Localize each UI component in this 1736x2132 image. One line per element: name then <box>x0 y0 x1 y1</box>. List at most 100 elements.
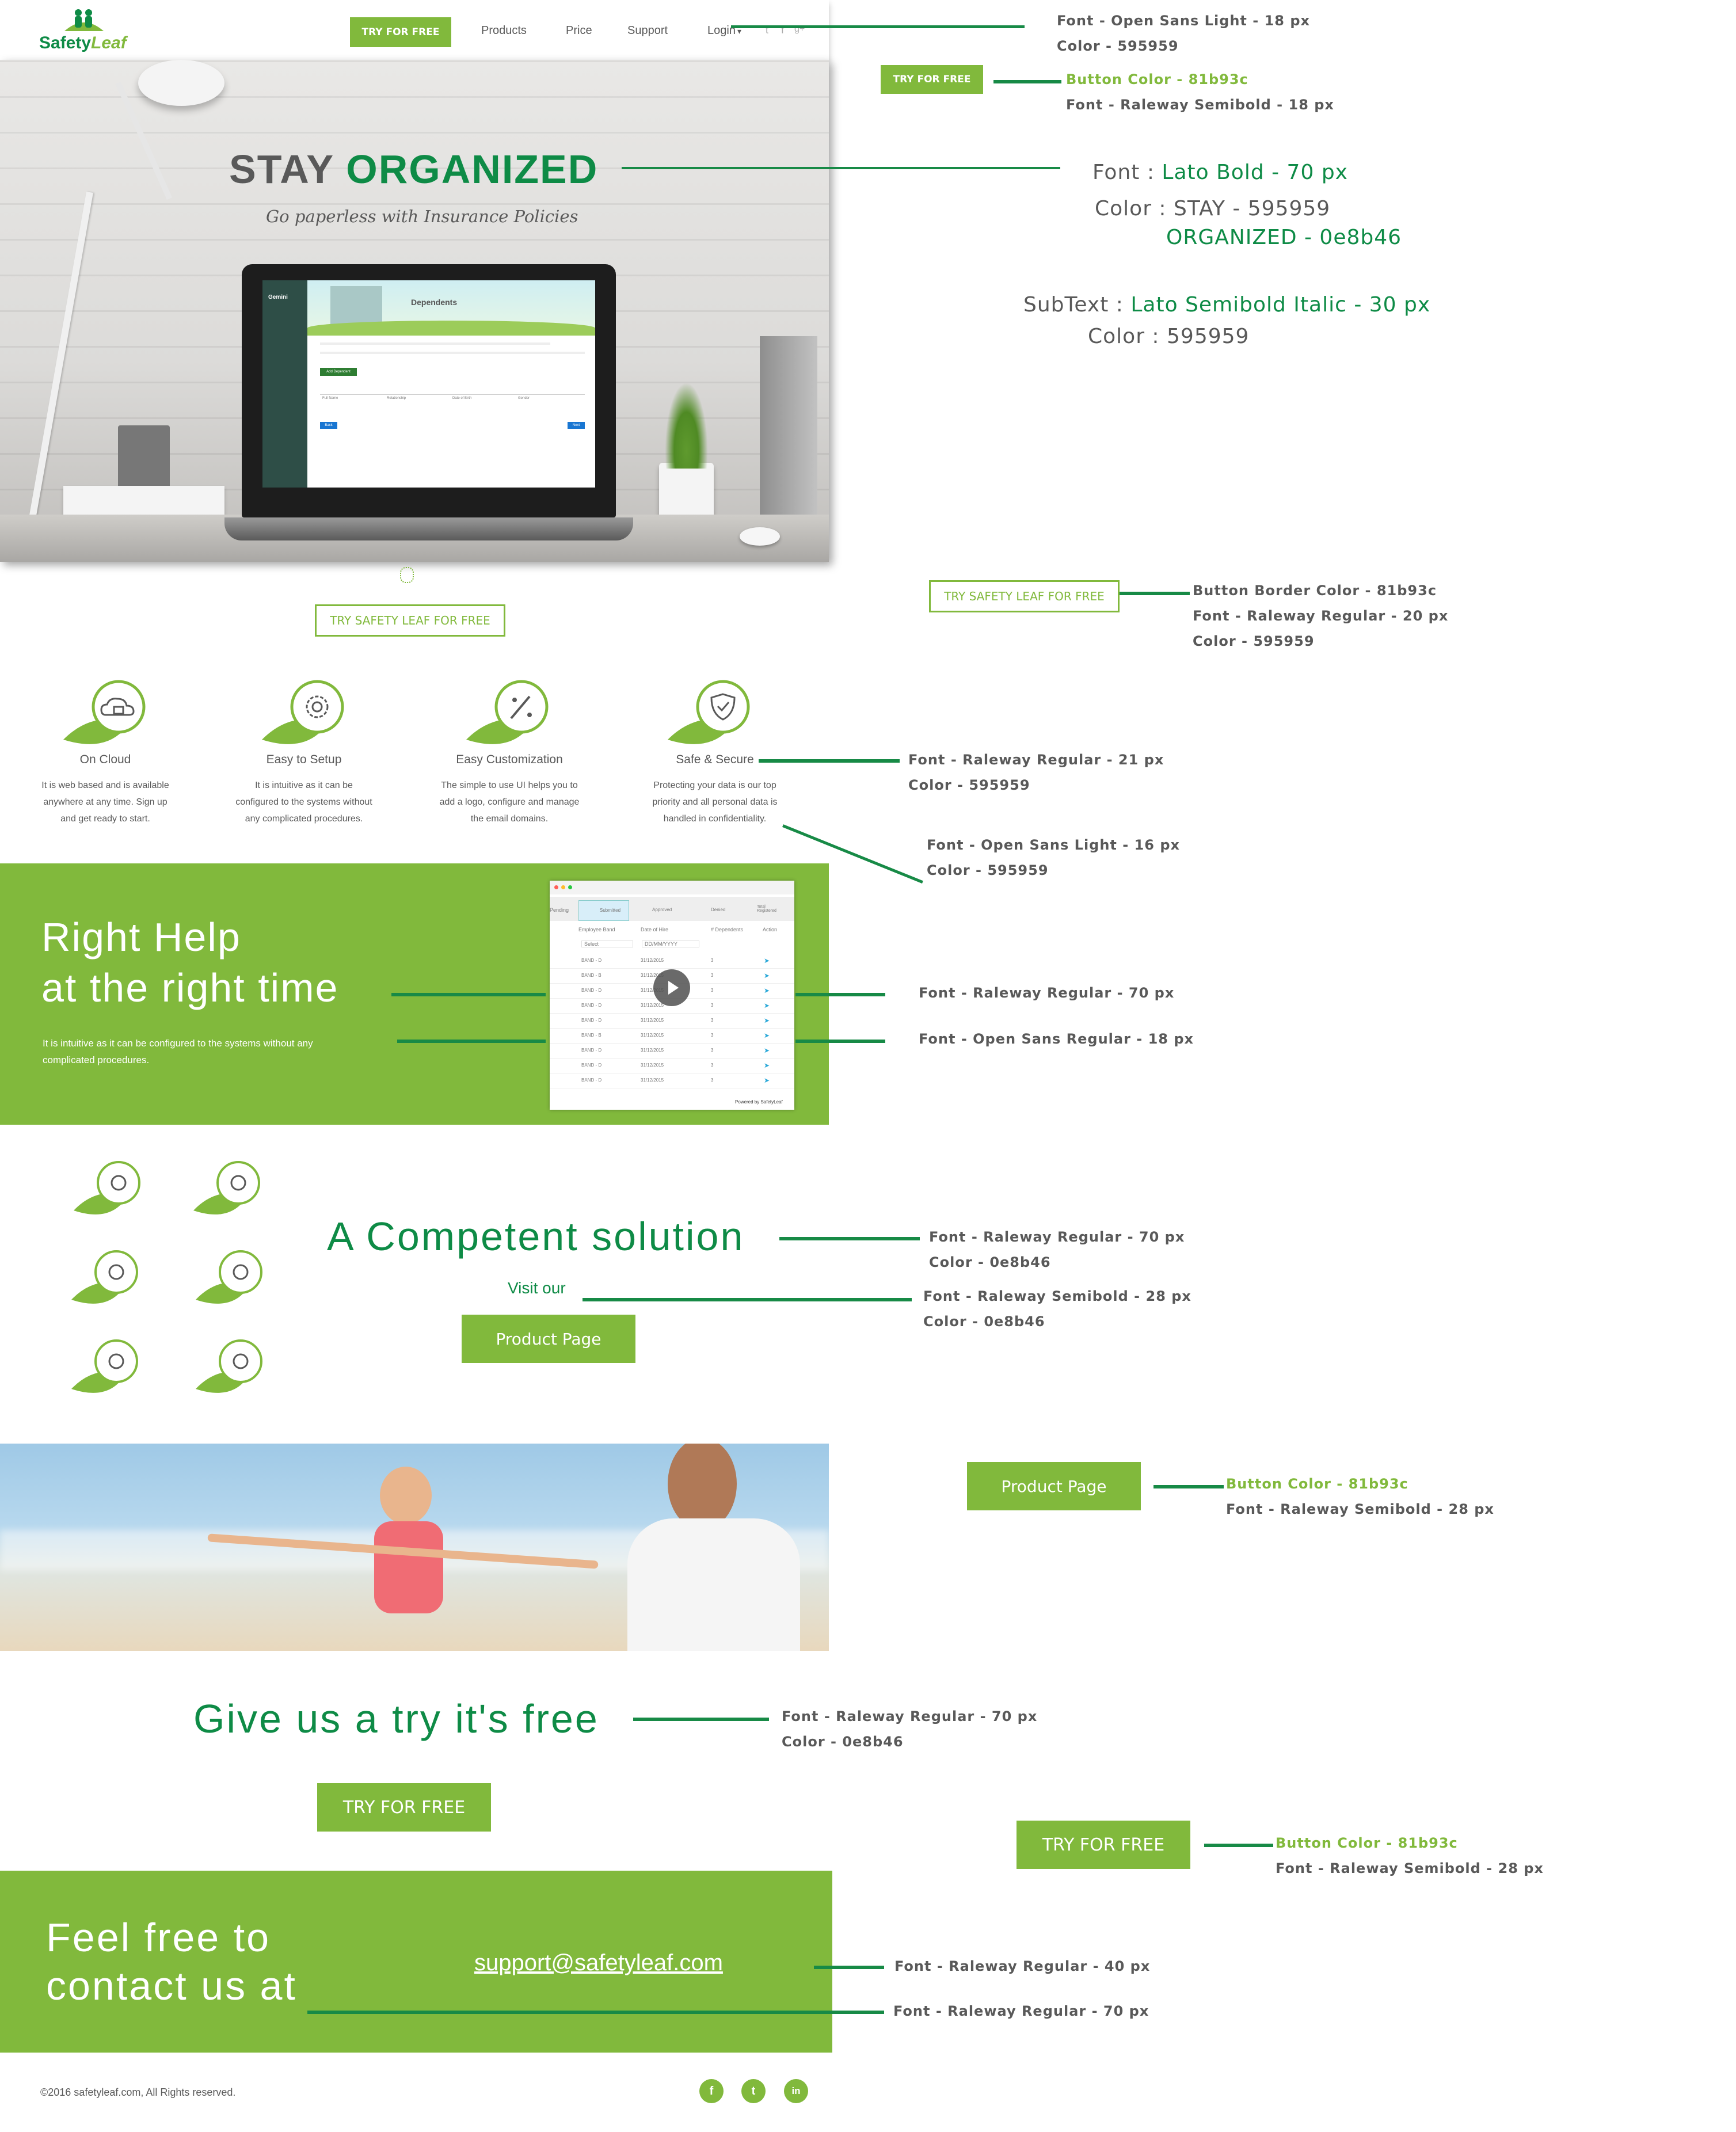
video-player[interactable]: Pending Submitted Approved Denied Total … <box>550 881 794 1110</box>
annot-product-page-sample: Product Page <box>967 1462 1141 1510</box>
col-employee-band: Employee Band <box>578 927 615 932</box>
annot-hero-color-2: ORGANIZED - 0e8b46 <box>1166 226 1402 249</box>
hero-title-organized: ORGANIZED <box>346 147 599 192</box>
annot-cta: Button Border Color - 81b93c Font - Ralew… <box>1193 583 1449 649</box>
video-table-cell: BAND - D <box>581 1048 602 1053</box>
video-table-row: BAND - B 31/12/2015 3 ➤ <box>550 1029 794 1044</box>
family-beach-image <box>0 1444 829 1651</box>
col-full-name: Full Name <box>322 397 338 400</box>
tab-total[interactable]: Total Registered <box>757 905 786 913</box>
gear-icon <box>262 680 344 744</box>
send-arrow-icon[interactable]: ➤ <box>764 957 770 965</box>
annot-line-comp <box>779 1237 920 1240</box>
laptop-image: Gemini Dependents Add Dependent Full Nam… <box>224 264 633 552</box>
annot-line-help-title <box>391 993 546 996</box>
sliders-icon <box>196 1339 262 1393</box>
speaker-image <box>760 336 817 526</box>
tab-pending[interactable]: Pending <box>550 907 569 913</box>
hero-cta-button[interactable]: TRY SAFETY LEAF FOR FREE <box>315 604 505 637</box>
next-button[interactable]: Next <box>568 422 585 429</box>
visit-our-text: Visit our <box>508 1279 566 1297</box>
annot-give: Font - Raleway Regular - 70 px Color - 0e… <box>782 1708 1038 1750</box>
filter-date[interactable]: DD/MM/YYYY <box>642 941 699 947</box>
annot-line-cta <box>1120 592 1190 595</box>
annot-try2: Button Color - 81b93c Font - Raleway Semi… <box>1276 1835 1544 1876</box>
help-title-line-2: at the right time <box>41 965 339 1010</box>
nav-products[interactable]: Products <box>481 24 527 37</box>
video-table-cell: BAND - B <box>581 1033 601 1038</box>
laptop-screen: Gemini Dependents Add Dependent Full Nam… <box>262 280 595 488</box>
site-header: SafetyLeaf TRY FOR FREE Products Price S… <box>0 0 829 60</box>
footer-twitter-icon[interactable]: t <box>741 2079 766 2103</box>
man-figure <box>627 1444 829 1651</box>
annot-try2-sample: TRY FOR FREE <box>1017 1821 1190 1869</box>
annot-line-email <box>814 1966 884 1969</box>
video-table-cell: BAND - B <box>581 973 601 978</box>
back-button[interactable]: Back <box>320 422 337 429</box>
play-icon <box>668 981 679 995</box>
footer-copyright: ©2016 safetyleaf.com, All Rights reserve… <box>40 2087 236 2098</box>
send-arrow-icon[interactable]: ➤ <box>764 1046 770 1054</box>
video-table-row: BAND - D 31/12/2015 3 ➤ <box>550 1074 794 1088</box>
annot-line-try2 <box>1204 1844 1273 1847</box>
tab-submitted[interactable]: Submitted <box>578 900 629 921</box>
cloud-icon <box>71 1339 138 1393</box>
video-table-cell: 3 <box>711 973 714 978</box>
feature-title-custom: Easy Customization <box>456 753 563 766</box>
hero-section: Gemini Dependents Add Dependent Full Nam… <box>0 60 829 562</box>
send-arrow-icon[interactable]: ➤ <box>764 1061 770 1069</box>
video-table-cell: 3 <box>711 958 714 963</box>
video-table-cell: 3 <box>711 1018 714 1023</box>
send-arrow-icon[interactable]: ➤ <box>764 987 770 995</box>
contact-line-1: Feel free to <box>46 1915 271 1960</box>
nav-price[interactable]: Price <box>566 24 592 37</box>
footer-linkedin-icon[interactable]: in <box>784 2079 808 2103</box>
logo-text-leaf: Leaf <box>91 33 127 52</box>
send-arrow-icon[interactable]: ➤ <box>764 1002 770 1010</box>
annot-cta-sample-button: TRY SAFETY LEAF FOR FREE <box>929 580 1120 612</box>
header-try-free-button[interactable]: TRY FOR FREE <box>350 17 451 47</box>
video-table-cell: 31/12/2015 <box>641 958 664 963</box>
send-arrow-icon[interactable]: ➤ <box>764 1016 770 1025</box>
video-table-cell: 3 <box>711 1078 714 1083</box>
annot-hero-sub-color: Color : 595959 <box>1088 325 1250 348</box>
send-arrow-icon[interactable]: ➤ <box>764 1076 770 1084</box>
feature-title-setup: Easy to Setup <box>266 753 342 766</box>
annot-help-title: Font - Raleway Regular - 70 px <box>919 985 1175 1001</box>
nav-support[interactable]: Support <box>627 24 668 37</box>
tab-approved[interactable]: Approved <box>652 907 672 912</box>
contact-email-link[interactable]: support@safetyleaf.com <box>474 1950 723 1976</box>
mouse-image <box>740 527 780 546</box>
send-arrow-icon[interactable]: ➤ <box>764 972 770 980</box>
annot-try-sample-button: TRY FOR FREE <box>881 65 983 94</box>
app-sidebar-title: Gemini <box>268 294 288 300</box>
hero-title-stay: STAY <box>229 147 334 192</box>
video-table-cell: BAND - D <box>581 958 602 963</box>
video-table-cell: 31/12/2015 <box>641 1063 664 1068</box>
annot-pp: Button Color - 81b93c Font - Raleway Semi… <box>1226 1476 1494 1517</box>
annot-help-body: Font - Open Sans Regular - 18 px <box>919 1031 1194 1047</box>
col-relationship: Relationship <box>387 397 406 400</box>
footer-facebook-icon[interactable]: f <box>699 2079 724 2103</box>
try-free-button-bottom[interactable]: TRY FOR FREE <box>317 1783 491 1832</box>
leaf-logo-icon <box>64 9 104 31</box>
annot-line-feat-title <box>759 759 900 763</box>
runner-icon <box>193 1161 260 1215</box>
annot-line-help-title-2 <box>795 993 885 996</box>
person-icon <box>74 1161 140 1215</box>
send-arrow-icon[interactable]: ➤ <box>764 1031 770 1040</box>
filter-select[interactable]: Select <box>581 941 633 947</box>
annot-contact: Font - Raleway Regular - 70 px <box>893 2003 1149 2019</box>
play-button[interactable] <box>653 969 690 1006</box>
annot-line-nav <box>731 25 1025 28</box>
add-dependent-button[interactable]: Add Dependent <box>320 368 357 376</box>
logo[interactable]: SafetyLeaf <box>39 8 137 54</box>
contact-line-2: contact us at <box>46 1963 297 2008</box>
video-table-cell: 31/12/2015 <box>641 1078 664 1083</box>
annot-visit: Font - Raleway Semibold - 28 px Color - 0… <box>923 1288 1191 1330</box>
tab-denied[interactable]: Denied <box>711 907 725 912</box>
annot-line-contact <box>307 2011 884 2014</box>
product-page-button[interactable]: Product Page <box>462 1315 635 1363</box>
scroll-down-icon[interactable] <box>400 567 414 583</box>
annot-email: Font - Raleway Regular - 40 px <box>894 1958 1151 1974</box>
